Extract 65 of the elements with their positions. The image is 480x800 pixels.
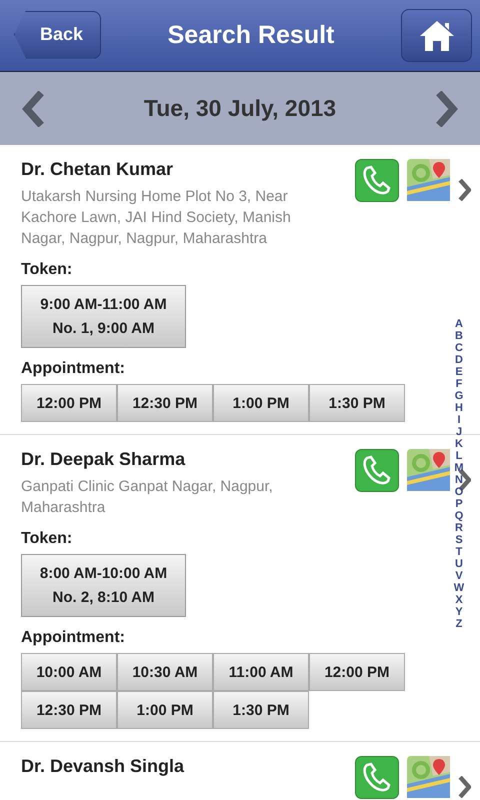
index-letter[interactable]: I — [457, 414, 461, 426]
index-letter[interactable]: D — [455, 354, 463, 366]
home-icon — [418, 20, 454, 52]
next-day-button[interactable] — [434, 90, 458, 126]
index-letter[interactable]: V — [455, 570, 463, 582]
index-letter[interactable]: G — [454, 390, 464, 402]
index-letter[interactable]: U — [455, 558, 463, 570]
time-slot-button[interactable]: 10:30 AM — [117, 653, 213, 691]
token-label: Token: — [21, 261, 72, 279]
index-letter[interactable]: O — [454, 486, 464, 498]
time-slot-button[interactable]: 12:30 PM — [21, 691, 117, 729]
time-slot-button[interactable]: 12:00 PM — [309, 653, 405, 691]
home-button[interactable] — [401, 9, 472, 62]
page-title: Search Result — [168, 21, 334, 50]
doctor-address: Utakarsh Nursing Home Plot No 3, Near Kachore Lawn, JAI Hind Society, Manish Nagar, Nagpur, Nagpur, Maharashtra — [21, 187, 292, 249]
index-letter[interactable]: N — [455, 474, 463, 486]
index-letter[interactable]: S — [455, 534, 463, 546]
previous-day-button[interactable] — [22, 90, 46, 126]
doctor-name: Dr. Devansh Singla — [21, 756, 186, 777]
time-slot-button[interactable]: 1:30 PM — [309, 384, 405, 422]
chevron-right-icon — [434, 90, 458, 126]
index-letter[interactable]: T — [456, 546, 462, 558]
index-letter[interactable]: X — [455, 594, 463, 606]
phone-icon[interactable] — [355, 159, 399, 202]
index-letter[interactable]: P — [455, 498, 463, 510]
map-icon[interactable] — [407, 756, 450, 798]
index-letter[interactable]: L — [456, 450, 462, 462]
doctor-address: Ganpati Clinic Ganpat Nagar, Nagpur, Maharashtra — [21, 477, 274, 518]
chevron-right-icon[interactable] — [458, 776, 472, 798]
time-slot-button[interactable]: 12:00 PM — [21, 384, 117, 422]
token-button[interactable]: 8:00 AM-10:00 AM No. 2, 8:10 AM — [21, 554, 186, 617]
index-letter[interactable]: F — [456, 378, 462, 390]
index-letter[interactable]: Z — [456, 618, 462, 630]
time-slot-button[interactable]: 1:00 PM — [213, 384, 309, 422]
chevron-right-icon[interactable] — [458, 179, 472, 201]
time-slot-button[interactable]: 11:00 AM — [213, 653, 309, 691]
map-icon[interactable] — [407, 449, 450, 491]
map-icon[interactable] — [407, 159, 450, 201]
token-label: Token: — [21, 530, 72, 548]
token-button[interactable]: 9:00 AM-11:00 AM No. 1, 9:00 AM — [21, 285, 186, 348]
time-slot-button[interactable]: 12:30 PM — [117, 384, 213, 422]
doctor-name: Dr. Deepak Sharma — [21, 449, 186, 470]
doctor-name: Dr. Chetan Kumar — [21, 159, 174, 180]
back-button[interactable]: Back — [14, 10, 101, 58]
index-letter[interactable]: J — [456, 426, 462, 438]
index-letter[interactable]: C — [455, 342, 463, 354]
appointment-label: Appointment: — [21, 360, 125, 378]
index-letter[interactable]: M — [454, 462, 464, 474]
index-letter[interactable]: E — [455, 366, 463, 378]
index-letter[interactable]: Q — [454, 510, 464, 522]
index-letter[interactable]: K — [455, 438, 463, 450]
date-label: Tue, 30 July, 2013 — [144, 95, 336, 122]
index-letter[interactable]: B — [455, 330, 463, 342]
time-slot-button[interactable]: 10:00 AM — [21, 653, 117, 691]
index-letter[interactable]: Y — [455, 606, 463, 618]
index-letter[interactable]: R — [455, 522, 463, 534]
phone-icon[interactable] — [355, 449, 399, 492]
time-slot-button[interactable]: 1:30 PM — [213, 691, 309, 729]
chevron-left-icon — [22, 90, 46, 126]
index-letter[interactable]: W — [454, 582, 464, 594]
phone-icon[interactable] — [355, 756, 399, 799]
index-letter[interactable]: A — [455, 318, 463, 330]
index-letter[interactable]: H — [455, 402, 463, 414]
appointment-label: Appointment: — [21, 629, 125, 647]
time-slot-button[interactable]: 1:00 PM — [117, 691, 213, 729]
